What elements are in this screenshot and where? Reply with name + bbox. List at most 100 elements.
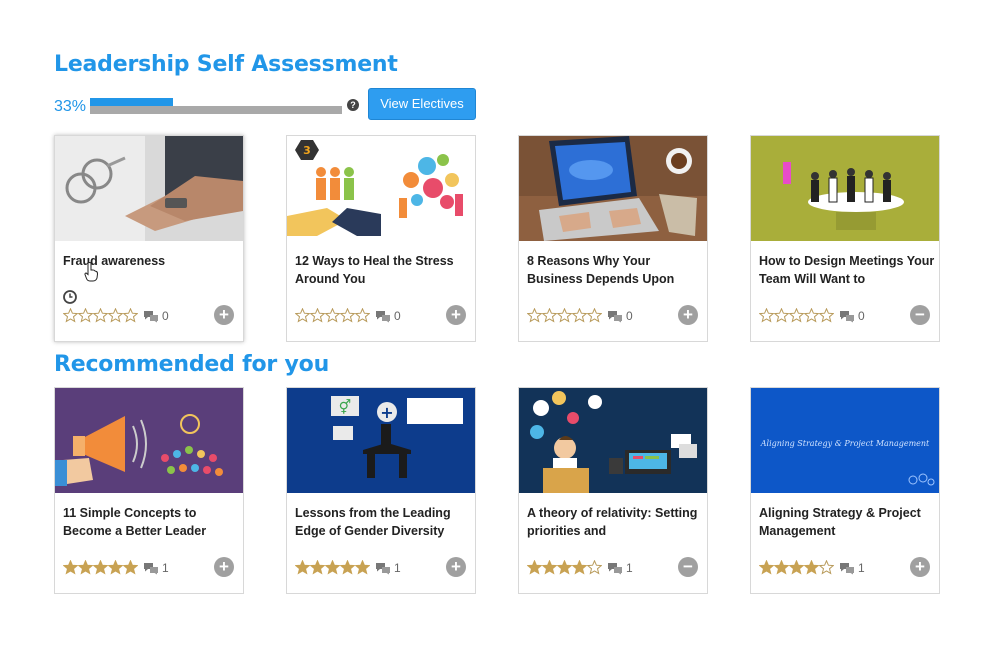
star-empty-icon[interactable]	[542, 308, 557, 323]
star-filled-icon[interactable]	[93, 560, 108, 575]
course-title[interactable]: 11 Simple Concepts to Become a Better Le…	[63, 504, 239, 540]
star-empty-icon[interactable]	[819, 308, 834, 323]
gender-diversity-image: ⚥ +	[287, 388, 475, 493]
star-empty-icon[interactable]	[123, 308, 138, 323]
course-thumbnail[interactable]	[751, 136, 939, 241]
question-circle-icon[interactable]: ?	[347, 99, 359, 111]
star-rating[interactable]	[63, 560, 138, 576]
star-filled-icon[interactable]	[310, 560, 325, 575]
star-empty-icon[interactable]	[587, 560, 602, 575]
comment-bubbles-icon	[608, 310, 622, 322]
laptop-desk-image	[519, 136, 707, 241]
comment-bubbles-icon	[840, 562, 854, 574]
badge-number: 3	[303, 144, 311, 157]
course-card-fraud-awareness[interactable]: Fraud awareness 0 +	[54, 135, 244, 342]
comments-count: 0	[839, 309, 865, 323]
add-course-button[interactable]: +	[678, 305, 698, 325]
handshake-handcuffs-image	[55, 136, 243, 241]
svg-text:⚥: ⚥	[339, 399, 352, 416]
star-filled-icon[interactable]	[78, 560, 93, 575]
progress-bar	[90, 98, 342, 114]
team-gears-image: 3	[287, 136, 475, 241]
star-empty-icon[interactable]	[804, 308, 819, 323]
star-empty-icon[interactable]	[63, 308, 78, 323]
star-filled-icon[interactable]	[63, 560, 78, 575]
star-filled-icon[interactable]	[108, 560, 123, 575]
star-empty-icon[interactable]	[108, 308, 123, 323]
course-title[interactable]: 12 Ways to Heal the Stress Around You	[295, 252, 471, 288]
course-title[interactable]: A theory of relativity: Setting prioriti…	[527, 504, 703, 540]
star-filled-icon[interactable]	[325, 560, 340, 575]
star-empty-icon[interactable]	[774, 308, 789, 323]
star-empty-icon[interactable]	[78, 308, 93, 323]
star-empty-icon[interactable]	[759, 308, 774, 323]
progress-percent: 33%	[54, 98, 87, 115]
course-card-better-leader[interactable]: 11 Simple Concepts to Become a Better Le…	[54, 387, 244, 594]
star-rating[interactable]	[63, 308, 138, 324]
star-empty-icon[interactable]	[325, 308, 340, 323]
add-course-button[interactable]: +	[214, 557, 234, 577]
star-filled-icon[interactable]	[789, 560, 804, 575]
star-empty-icon[interactable]	[587, 308, 602, 323]
star-filled-icon[interactable]	[123, 560, 138, 575]
star-rating[interactable]	[295, 308, 370, 324]
clock-icon	[63, 290, 77, 304]
star-filled-icon[interactable]	[804, 560, 819, 575]
course-title[interactable]: 8 Reasons Why Your Business Depends Upon	[527, 252, 703, 288]
course-card-design-meetings[interactable]: How to Design Meetings Your Team Will Wa…	[750, 135, 940, 342]
star-empty-icon[interactable]	[527, 308, 542, 323]
star-empty-icon[interactable]	[355, 308, 370, 323]
course-card-gender-diversity[interactable]: ⚥ + Lessons from the Leading Edge of Gen…	[286, 387, 476, 594]
comment-count: 0	[394, 309, 401, 323]
star-rating[interactable]	[527, 308, 602, 324]
remove-course-button[interactable]: −	[910, 305, 930, 325]
course-title[interactable]: How to Design Meetings Your Team Will Wa…	[759, 252, 935, 288]
course-thumbnail[interactable]	[519, 136, 707, 241]
course-thumbnail[interactable]: ⚥ +	[287, 388, 475, 493]
star-filled-icon[interactable]	[557, 560, 572, 575]
add-course-button[interactable]: +	[446, 305, 466, 325]
view-electives-button[interactable]: View Electives	[368, 88, 476, 120]
star-rating[interactable]	[527, 560, 602, 576]
add-course-button[interactable]: +	[214, 305, 234, 325]
star-filled-icon[interactable]	[774, 560, 789, 575]
star-filled-icon[interactable]	[527, 560, 542, 575]
star-empty-icon[interactable]	[572, 308, 587, 323]
star-filled-icon[interactable]	[355, 560, 370, 575]
star-rating[interactable]	[295, 560, 370, 576]
add-course-button[interactable]: +	[910, 557, 930, 577]
star-filled-icon[interactable]	[542, 560, 557, 575]
remove-course-button[interactable]: −	[678, 557, 698, 577]
star-filled-icon[interactable]	[572, 560, 587, 575]
course-thumbnail[interactable]	[55, 136, 243, 241]
star-empty-icon[interactable]	[295, 308, 310, 323]
star-filled-icon[interactable]	[759, 560, 774, 575]
star-empty-icon[interactable]	[340, 308, 355, 323]
star-empty-icon[interactable]	[93, 308, 108, 323]
star-filled-icon[interactable]	[340, 560, 355, 575]
add-course-button[interactable]: +	[446, 557, 466, 577]
course-card-heal-stress[interactable]: 3 12 Ways to Heal the Stress Around You	[286, 135, 476, 342]
meeting-table-image	[751, 136, 939, 241]
course-card-business-depends[interactable]: 8 Reasons Why Your Business Depends Upon…	[518, 135, 708, 342]
star-empty-icon[interactable]	[310, 308, 325, 323]
course-thumbnail[interactable]	[55, 388, 243, 493]
star-filled-icon[interactable]	[295, 560, 310, 575]
course-title[interactable]: Aligning Strategy & Project Management	[759, 504, 935, 540]
course-card-aligning-strategy[interactable]: Aligning Strategy & Project Management A…	[750, 387, 940, 594]
course-thumbnail[interactable]: Aligning Strategy & Project Management	[751, 388, 939, 493]
course-thumbnail[interactable]: 3	[287, 136, 475, 241]
comment-count: 0	[162, 309, 169, 323]
comment-bubbles-icon	[144, 562, 158, 574]
comment-count: 1	[626, 561, 633, 575]
course-card-theory-relativity[interactable]: A theory of relativity: Setting prioriti…	[518, 387, 708, 594]
star-rating[interactable]	[759, 560, 834, 576]
star-empty-icon[interactable]	[819, 560, 834, 575]
course-thumbnail[interactable]	[519, 388, 707, 493]
course-title[interactable]: Lessons from the Leading Edge of Gender …	[295, 504, 471, 540]
star-empty-icon[interactable]	[789, 308, 804, 323]
busy-worker-image	[519, 388, 707, 493]
star-empty-icon[interactable]	[557, 308, 572, 323]
comments-count: 1	[839, 561, 865, 575]
star-rating[interactable]	[759, 308, 834, 324]
